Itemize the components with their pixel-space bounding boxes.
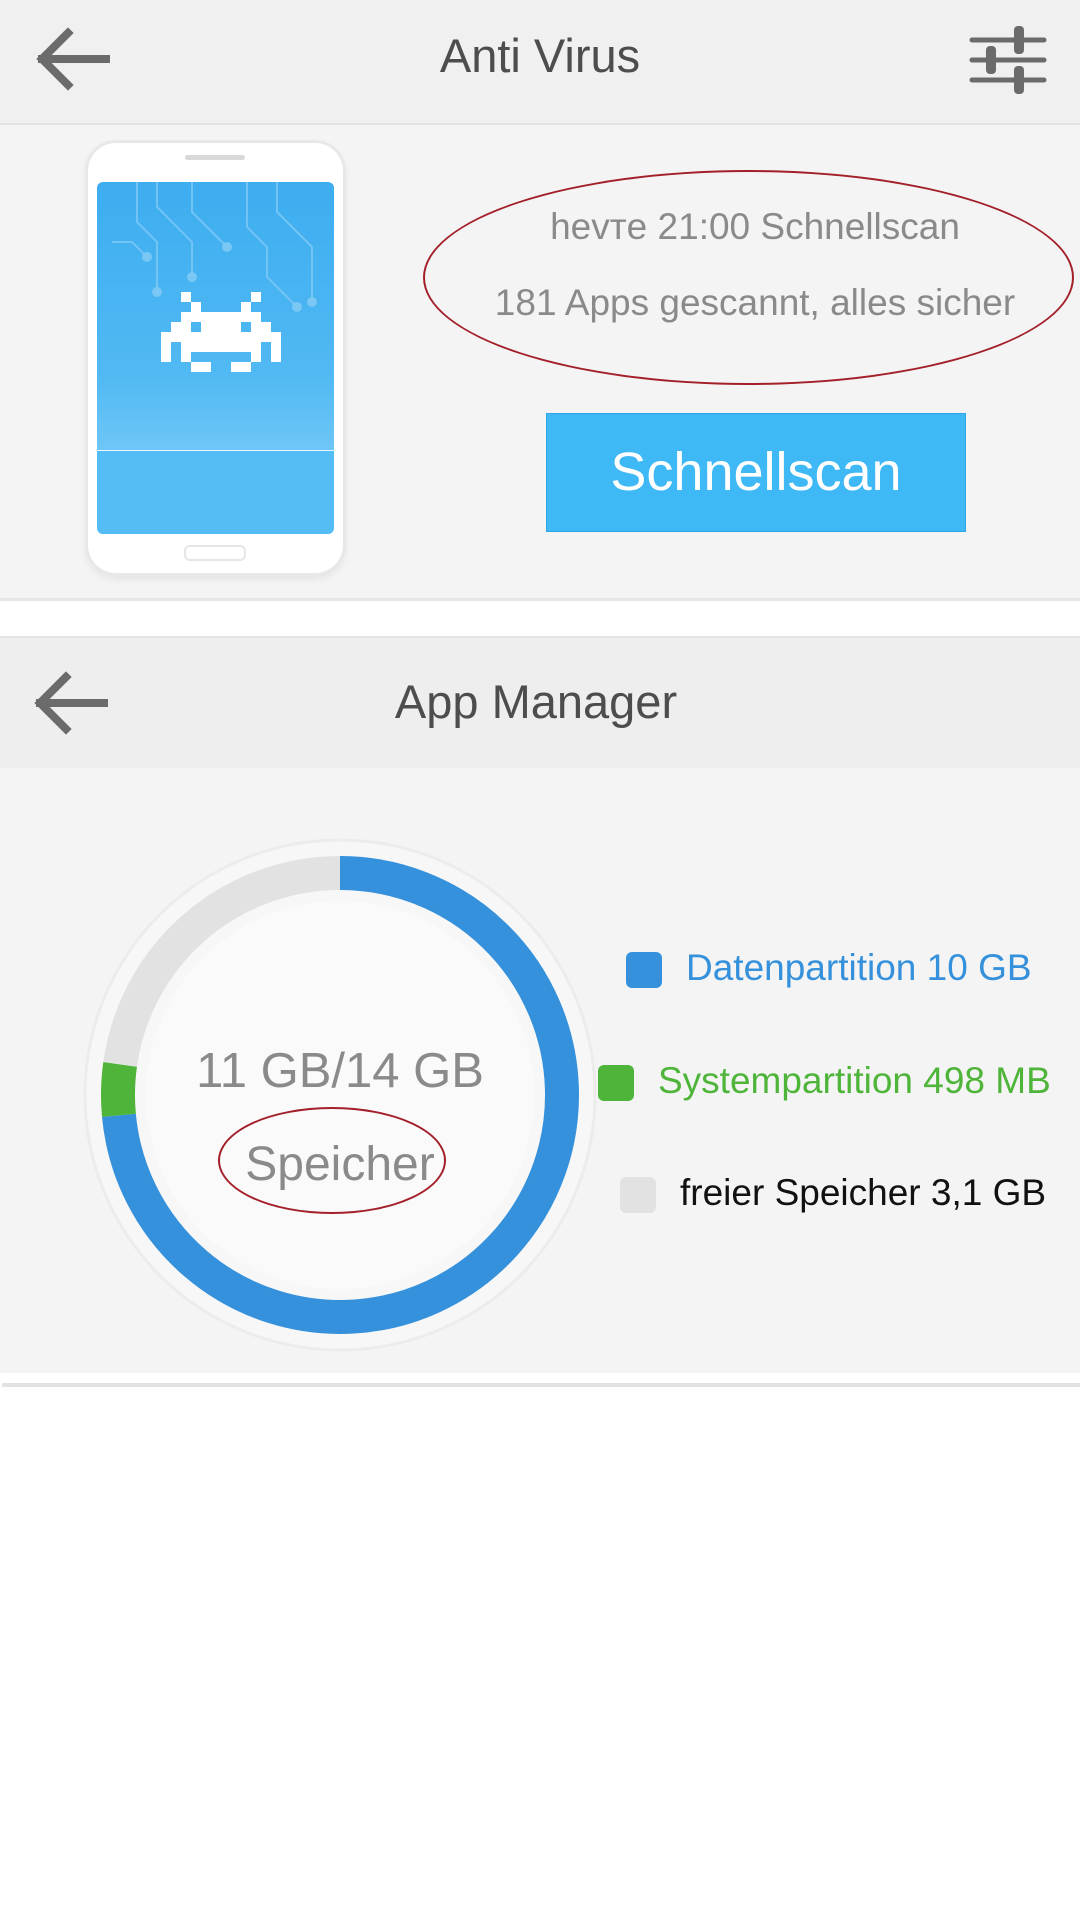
annotation-ellipse [218, 1107, 446, 1214]
legend-swatch [626, 952, 662, 988]
app-manager-title: App Manager [394, 675, 678, 728]
sliders-icon [969, 26, 1047, 94]
section-divider [2, 1383, 1080, 1387]
annotation-ellipse [423, 170, 1074, 385]
space-invader-icon [161, 292, 281, 372]
scan-progress-area [97, 450, 334, 534]
legend-label: Systempartition 498 MB [658, 1060, 1051, 1101]
legend-swatch [620, 1177, 656, 1213]
legend-label: freier Speicher 3,1 GB [680, 1172, 1047, 1213]
legend-label: Datenpartition 10 GB [686, 947, 1032, 988]
phone-speaker [185, 155, 245, 160]
donut-segment-systempartition [101, 1062, 138, 1117]
app-manager-header: App Manager [0, 636, 1080, 770]
phone-illustration [88, 143, 343, 573]
quick-scan-button[interactable]: Schnellscan [546, 413, 966, 532]
antivirus-title: Anti Virus [439, 29, 641, 82]
storage-usage-text: 11 GB/14 GB [196, 1044, 484, 1098]
settings-button[interactable] [960, 18, 1050, 102]
scan-line [97, 450, 334, 451]
antivirus-header: Anti Virus [0, 0, 1080, 125]
legend-swatch [598, 1065, 634, 1101]
phone-screen [97, 182, 334, 534]
phone-home-button [184, 545, 246, 561]
